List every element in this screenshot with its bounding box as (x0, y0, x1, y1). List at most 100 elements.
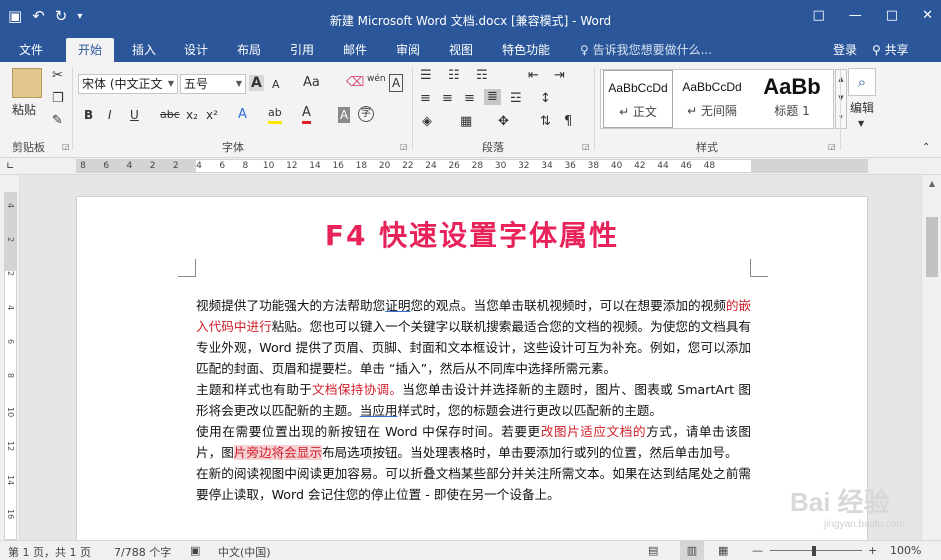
minimize-icon[interactable]: — (849, 8, 862, 23)
chevron-down-icon[interactable]: ▼ (836, 89, 846, 108)
document-page[interactable]: F4 快速设置字体属性 视频提供了功能强大的方法帮助您证明您的观点。当您单击联机… (76, 196, 868, 540)
paste-icon[interactable] (12, 68, 42, 98)
tab-selector-icon[interactable]: ∟ (6, 159, 14, 175)
paragraph-launcher-icon[interactable]: ◲ (582, 142, 590, 151)
tab-review[interactable]: 审阅 (388, 38, 428, 62)
font-name-combo[interactable]: 宋体 (中文正文 ▼ (78, 74, 178, 94)
subscript-button[interactable]: x₂ (186, 107, 198, 123)
document-paragraph[interactable]: 主题和样式也有助于文档保持协调。当您单击设计并选择新的主题时，图片、图表或 Sm… (196, 379, 751, 421)
document-paragraph[interactable]: 视频提供了功能强大的方法帮助您证明您的观点。当您单击联机视频时，可以在想要添加的… (196, 295, 751, 379)
line-spacing-icon[interactable]: ↕ (540, 91, 551, 107)
highlight-button[interactable]: ab (268, 105, 282, 124)
character-shading-button[interactable]: A (338, 107, 351, 123)
ribbon-display-options-icon[interactable]: □ (813, 8, 825, 23)
scroll-up-icon[interactable]: ▲ (922, 179, 941, 188)
clipboard-launcher-icon[interactable]: ◲ (62, 142, 70, 151)
text-effects-icon[interactable]: A (238, 107, 247, 123)
bold-button[interactable]: B (84, 107, 93, 123)
clear-formatting-icon[interactable]: ⌫ (346, 75, 364, 91)
chevron-up-icon[interactable]: ▲ (836, 70, 846, 89)
word-count[interactable]: 7/788 个字 (114, 544, 171, 560)
styles-scroll[interactable]: ▲▼▾ (835, 69, 847, 129)
align-right-icon[interactable]: ≡ (464, 91, 475, 107)
zoom-out-button[interactable]: — (752, 544, 763, 557)
sort-icon[interactable]: ⇅ (540, 114, 551, 130)
font-launcher-icon[interactable]: ◲ (400, 142, 408, 151)
superscript-button[interactable]: x² (206, 107, 218, 123)
align-left-icon[interactable]: ≡ (420, 91, 431, 107)
change-case-button[interactable]: Aa (303, 75, 320, 91)
character-border-button[interactable]: A (389, 74, 404, 92)
styles-launcher-icon[interactable]: ◲ (828, 142, 836, 151)
shrink-font-button[interactable]: A (272, 77, 280, 93)
align-center-icon[interactable]: ≡ (442, 91, 453, 107)
tab-home[interactable]: 开始 (66, 38, 114, 62)
search-icon[interactable]: ⌕ (848, 68, 876, 96)
read-mode-icon[interactable]: ▤ (648, 544, 658, 557)
zoom-slider-thumb[interactable] (812, 546, 816, 556)
format-painter-icon[interactable]: ✎ (52, 113, 63, 129)
tab-view[interactable]: 视图 (441, 38, 481, 62)
vertical-ruler[interactable]: 4 2 2 4 6 8 10 12 14 16 (4, 192, 17, 540)
numbering-icon[interactable]: ☷ (448, 68, 460, 84)
collapse-ribbon-icon[interactable]: ⌃ (922, 140, 930, 156)
borders-icon[interactable]: ▦ (460, 114, 472, 130)
page-count[interactable]: 第 1 页，共 1 页 (8, 544, 91, 560)
italic-button[interactable]: I (108, 107, 112, 123)
horizontal-ruler[interactable]: 8 6 4 2 2 4 6 8 10 12 14 16 18 20 22 24 26 28 30 32 34 36 38 40… (76, 159, 868, 173)
tab-insert[interactable]: 插入 (124, 38, 164, 62)
font-color-button[interactable]: A (302, 105, 311, 124)
zoom-in-button[interactable]: + (868, 544, 877, 557)
chevron-down-icon[interactable]: ▼ (858, 116, 864, 132)
show-marks-icon[interactable]: ¶ (564, 114, 572, 130)
scroll-thumb[interactable] (926, 217, 938, 277)
increase-indent-icon[interactable]: ⇥ (554, 68, 565, 84)
phonetic-guide-button[interactable]: wén (367, 71, 386, 87)
style-heading-1[interactable]: AaBb 标题 1 (751, 70, 833, 128)
tab-layout[interactable]: 布局 (229, 38, 269, 62)
ruler-tick-label: 8 (242, 161, 249, 171)
maximize-icon[interactable]: □ (886, 8, 898, 23)
tab-mailings[interactable]: 邮件 (335, 38, 375, 62)
more-icon[interactable]: ▾ (836, 108, 846, 127)
proofing-icon[interactable]: ▣ (190, 544, 200, 557)
distributed-icon[interactable]: ☲ (510, 91, 522, 107)
chinese-layout-icon[interactable]: ✥ (498, 114, 509, 130)
tell-me-search[interactable]: ♀ 告诉我您想要做什么... (580, 38, 712, 62)
zoom-level[interactable]: 100% (890, 544, 921, 557)
language-status[interactable]: 中文(中国) (218, 544, 271, 560)
grow-font-button[interactable]: A (249, 75, 264, 91)
document-body[interactable]: 视频提供了功能强大的方法帮助您证明您的观点。当您单击联机视频时，可以在想要添加的… (196, 295, 751, 505)
web-layout-icon[interactable]: ▦ (718, 544, 728, 557)
copy-icon[interactable]: ❐ (52, 91, 64, 107)
multilevel-list-icon[interactable]: ☶ (476, 68, 488, 84)
style-no-spacing[interactable]: AaBbCcDd ↵ 无间隔 (675, 70, 749, 128)
close-icon[interactable]: ✕ (922, 8, 933, 23)
decrease-indent-icon[interactable]: ⇤ (528, 68, 539, 84)
strikethrough-button[interactable]: abc (160, 107, 180, 123)
vruler-tick-label: 4 (6, 305, 15, 311)
tab-references[interactable]: 引用 (282, 38, 322, 62)
ruler-tick-label: 16 (332, 161, 344, 171)
enclose-characters-button[interactable]: 字 (358, 106, 374, 122)
shading-icon[interactable]: ◈ (422, 114, 432, 130)
print-layout-icon[interactable]: ▥ (680, 541, 704, 560)
bullets-icon[interactable]: ☰ (420, 68, 432, 84)
clipboard-group-label: 剪贴板 (12, 141, 45, 154)
cut-icon[interactable]: ✂ (52, 68, 63, 84)
zoom-slider[interactable] (770, 550, 862, 551)
login-button[interactable]: 登录 (833, 38, 857, 62)
document-paragraph[interactable]: 使用在需要位置出现的新按钮在 Word 中保存时间。若要更改图片适应文档的方式，… (196, 421, 751, 463)
tab-design[interactable]: 设计 (176, 38, 216, 62)
editing-button[interactable]: 编辑 (850, 100, 874, 116)
underline-button[interactable]: U (130, 107, 139, 123)
tab-file[interactable]: 文件 (8, 38, 54, 62)
document-paragraph[interactable]: 在新的阅读视图中阅读更加容易。可以折叠文档某些部分并关注所需文本。如果在达到结尾… (196, 463, 751, 505)
tab-features[interactable]: 特色功能 (496, 38, 556, 62)
justify-icon[interactable]: ≣ (484, 89, 501, 105)
vertical-scrollbar[interactable]: ▲ (921, 175, 941, 540)
style-normal[interactable]: AaBbCcDd ↵ 正文 (603, 70, 673, 128)
font-size-combo[interactable]: 五号 ▼ (180, 74, 246, 94)
paste-button-label[interactable]: 粘贴 (12, 102, 36, 118)
share-button[interactable]: ⚲ 共享 (872, 38, 909, 62)
